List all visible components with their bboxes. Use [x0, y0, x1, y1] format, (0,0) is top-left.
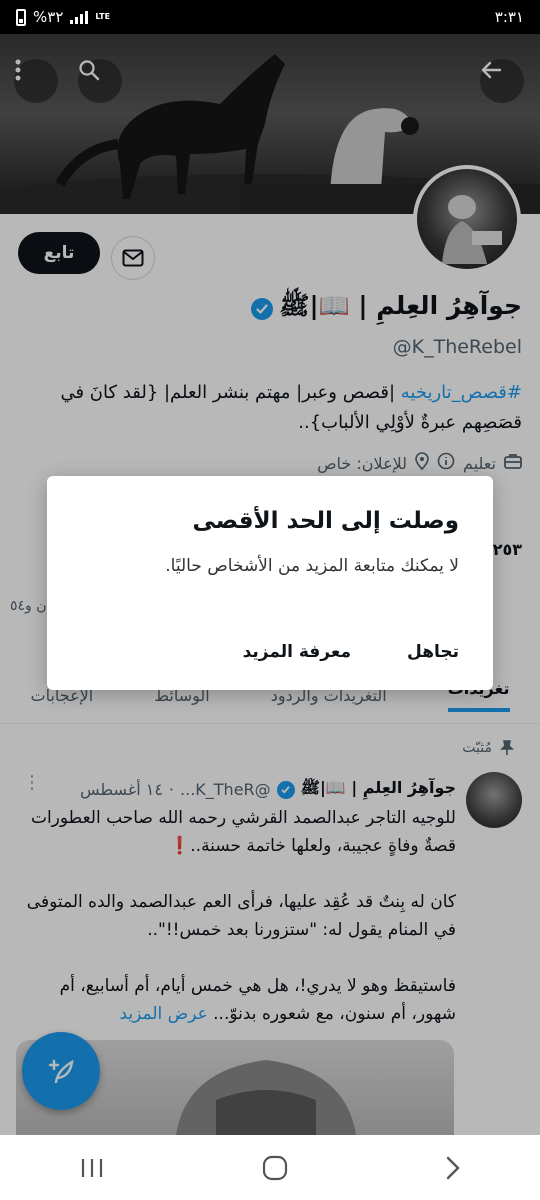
clock: ٣:٣١ [494, 8, 524, 26]
network-type: LTE [95, 12, 111, 21]
ignore-button[interactable]: تجاهل [407, 642, 459, 662]
dialog-title: وصلت إلى الحد الأقصى [192, 508, 459, 534]
system-navigation-bar [0, 1135, 540, 1200]
home-icon[interactable] [262, 1155, 288, 1181]
battery-icon [16, 8, 26, 26]
twitter-profile-screen: %٣٢ LTE ٣:٣١ تابع جوآهِرُ العِلمِ | 📖|ﷺ … [0, 0, 540, 1200]
recent-apps-icon[interactable] [79, 1156, 105, 1180]
dialog-message: لا يمكنك متابعة المزيد من الأشخاص حاليًا… [165, 556, 459, 576]
learn-more-button[interactable]: معرفة المزيد [243, 642, 351, 662]
back-nav-icon[interactable] [445, 1156, 461, 1180]
signal-icon [70, 10, 89, 24]
dialog-actions: تجاهل معرفة المزيد [243, 642, 459, 662]
limit-reached-dialog: وصلت إلى الحد الأقصى لا يمكنك متابعة الم… [47, 476, 493, 690]
battery-percent: %٣٢ [33, 8, 64, 26]
status-indicators: %٣٢ LTE [16, 8, 110, 26]
status-bar: %٣٢ LTE ٣:٣١ [0, 0, 540, 34]
